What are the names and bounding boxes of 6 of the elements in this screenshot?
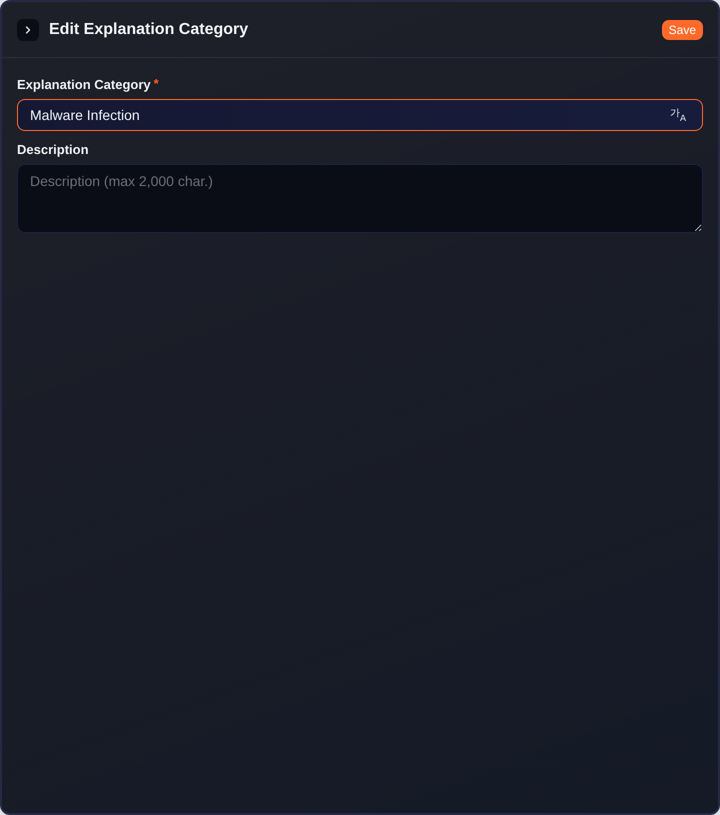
description-textarea[interactable]: Description (max 2,000 char.) <box>17 164 703 233</box>
panel-title: Edit Explanation Category <box>49 20 248 40</box>
collapse-button[interactable] <box>17 18 39 40</box>
field-label: Explanation Category <box>17 77 151 93</box>
field-label: Description <box>17 142 89 158</box>
required-mark: * <box>154 77 159 91</box>
